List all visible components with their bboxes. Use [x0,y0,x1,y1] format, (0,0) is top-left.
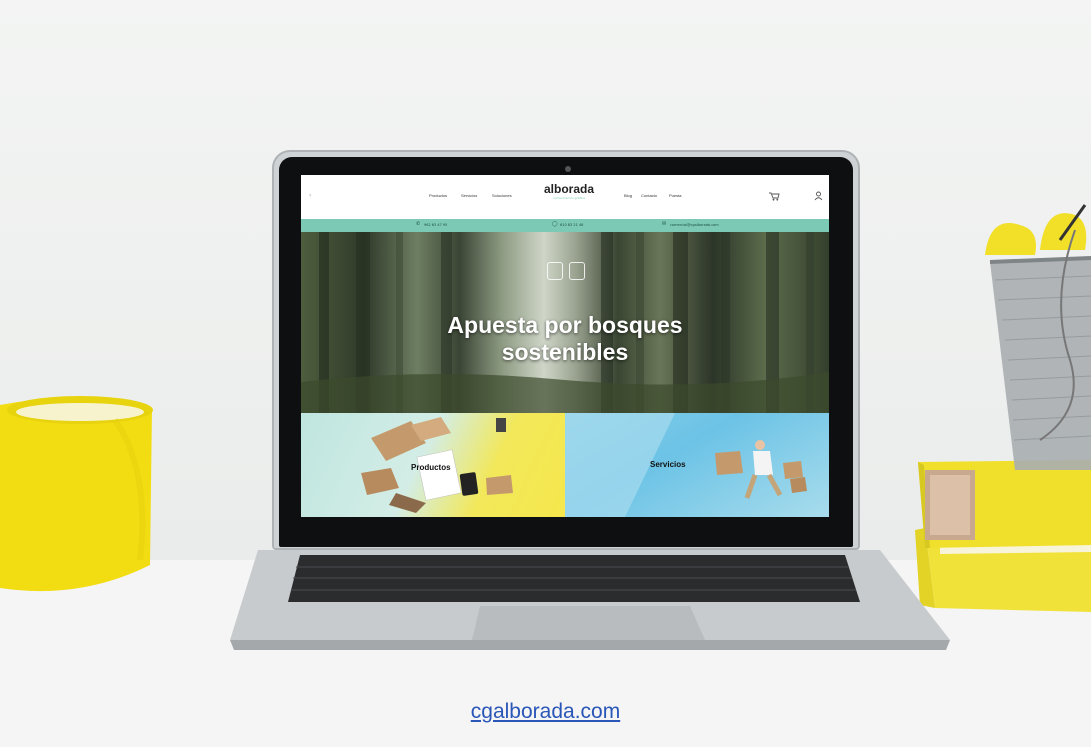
mail-icon: ✉ [662,221,667,227]
cart-icon[interactable] [768,191,780,201]
site-header: ‹ Productos Servicios Soluciones alborad… [301,175,829,219]
contact-phone[interactable]: 962 63 47 95 [424,223,447,227]
pen-holder [985,204,1091,470]
hero-title-line2: sostenibles [501,339,629,365]
hero-title-line1: Apuesta por bosques [447,312,683,338]
fsc-icon [569,262,585,280]
site-logo[interactable]: alborada comunicación gráfica [539,182,599,201]
nav-link-soluciones[interactable]: Soluciones [492,193,512,198]
scene-background: ‹ Productos Servicios Soluciones alborad… [0,0,1091,747]
website-screen: ‹ Productos Servicios Soluciones alborad… [301,175,829,517]
services-panel[interactable]: Servicios [565,413,829,517]
badge-icon [547,262,563,280]
contact-email[interactable]: comercial@cgalborada.com [670,223,719,227]
nav-link-contacto[interactable]: Contacto [641,193,657,198]
whatsapp-icon: ◯ [552,221,558,227]
services-label: Servicios [650,460,686,469]
yellow-mug [0,396,153,592]
delivery-illustration [565,413,807,517]
logo-wordmark: alborada [543,182,594,196]
hero-banner: Apuesta por bosques sostenibles [301,232,829,413]
products-label: Productos [411,463,451,472]
trackpad [472,606,705,640]
contact-bar: ✆ 962 63 47 95 ◯ 610 83 21 46 ✉ comercia… [301,219,829,232]
laptop-base [230,550,950,650]
logo-tagline: comunicación gráfica [552,196,586,200]
phone-icon: ✆ [416,221,421,227]
webcam [565,166,571,172]
nav-link-blog[interactable]: Blog [624,193,632,198]
menu-icon[interactable]: ‹ [309,192,311,199]
nav-link-puesta[interactable]: Puesta [669,193,681,198]
user-icon[interactable] [814,191,823,201]
nav-link-productos[interactable]: Productos [429,193,447,198]
nav-link-servicios[interactable]: Servicios [461,193,477,198]
website-url-link[interactable]: cgalborada.com [0,700,1091,724]
products-panel[interactable]: Productos [301,413,565,517]
hero-title: Apuesta por bosques sostenibles [381,312,749,366]
books-stack [915,460,1091,612]
contact-whatsapp[interactable]: 610 83 21 46 [560,223,583,227]
